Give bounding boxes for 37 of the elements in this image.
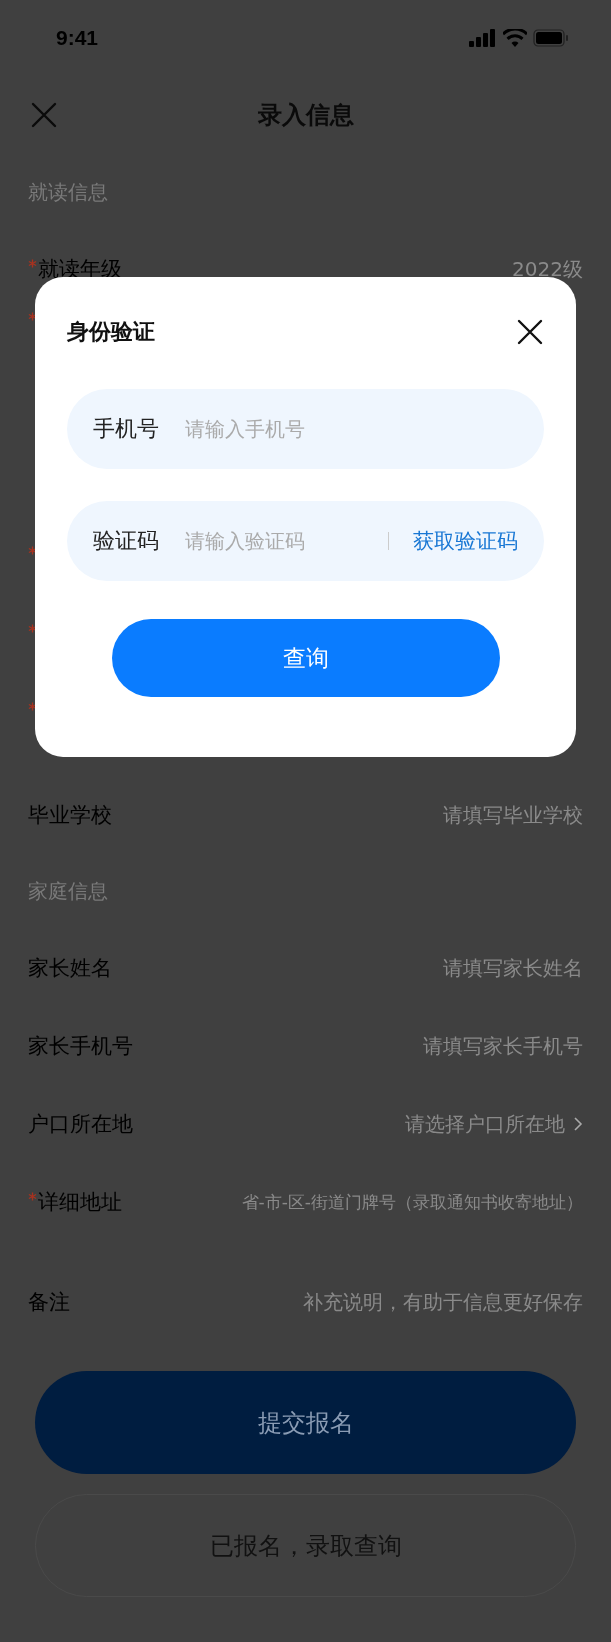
form-row[interactable]: 家长手机号 请填写家长手机号 [0, 1007, 611, 1085]
field-label: 手机号 [93, 415, 159, 443]
close-icon [516, 318, 544, 346]
field-placeholder: 请填写毕业学校 [443, 801, 583, 829]
field-label: 家长手机号 [28, 1033, 133, 1060]
dialog-title: 身份验证 [67, 318, 155, 346]
form-row[interactable]: 户口所在地 请选择户口所在地 [0, 1085, 611, 1163]
chevron-right-icon [573, 1115, 583, 1133]
field-label: 详细地址 [38, 1189, 122, 1216]
field-label: 毕业学校 [28, 802, 112, 829]
field-label: 验证码 [93, 527, 159, 555]
input-field[interactable]: 请输入验证码 [183, 528, 364, 554]
battery-icon [533, 28, 569, 47]
form-row[interactable]: 备注 补充说明，有助于信息更好保存 [0, 1263, 611, 1341]
field-label: 备注 [28, 1289, 70, 1316]
field-placeholder: 请填写家长姓名 [443, 954, 583, 982]
search-button[interactable]: 查询 [111, 619, 500, 697]
section-title: 就读信息 [28, 179, 108, 206]
field-label: 家长姓名 [28, 955, 112, 982]
form-row[interactable]: 家长姓名 请填写家长姓名 [0, 929, 611, 1007]
field-placeholder: 补充说明，有助于信息更好保存 [303, 1288, 583, 1316]
submit-button[interactable]: 提交报名 [35, 1371, 576, 1474]
input-field[interactable]: 请输入手机号 [183, 416, 518, 442]
form-row[interactable]: 详细地址 省-市-区-街道门牌号（录取通知书收寄地址） [0, 1163, 611, 1241]
field-placeholder: 省-市-区-街道门牌号（录取通知书收寄地址） [241, 1190, 583, 1214]
form-row[interactable]: 毕业学校 请填写毕业学校 [0, 776, 611, 854]
field-placeholder: 请选择户口所在地 [405, 1110, 565, 1138]
section-title: 家庭信息 [28, 878, 108, 905]
signal-icon [469, 28, 497, 47]
wifi-icon [503, 28, 527, 47]
field-label: 户口所在地 [28, 1111, 133, 1138]
field-value: 2022级 [512, 255, 583, 283]
close-button[interactable] [516, 318, 544, 346]
get-code-link[interactable]: 获取验证码 [413, 527, 518, 555]
close-icon [30, 101, 58, 129]
status-time: 9:41 [56, 25, 99, 50]
field-placeholder: 请填写家长手机号 [423, 1032, 583, 1060]
